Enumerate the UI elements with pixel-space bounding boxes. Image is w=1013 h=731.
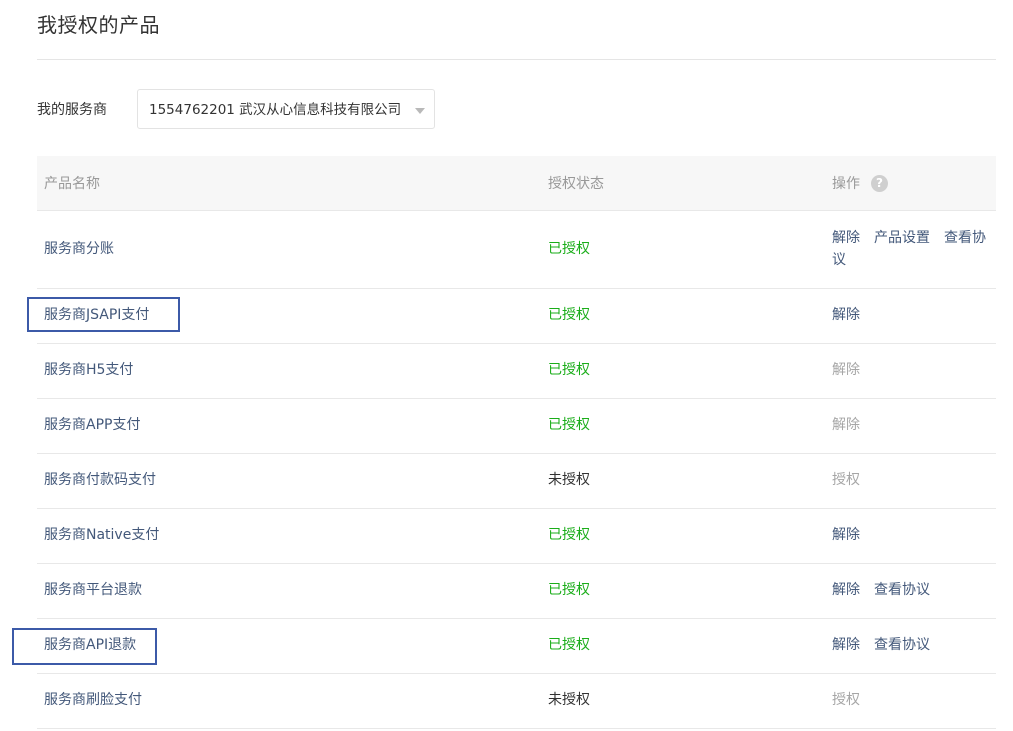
table-row: 服务商APP支付 已授权 解除	[37, 399, 996, 454]
table-row: 服务商Native支付 已授权 解除	[37, 509, 996, 564]
revoke-link: 解除	[832, 362, 860, 378]
product-name: 服务商JSAPI支付	[44, 307, 150, 323]
table-row: 服务商API退款 已授权 解除 查看协议	[37, 619, 996, 674]
table-header: 产品名称 授权状态 操作 ?	[37, 156, 996, 211]
row-operations: 解除	[832, 304, 992, 326]
row-operations: 解除 查看协议	[832, 634, 992, 656]
authorize-link: 授权	[832, 472, 860, 488]
auth-status: 已授权	[548, 417, 590, 433]
row-operations: 解除 查看协议	[832, 579, 992, 601]
product-name: 服务商分账	[44, 241, 114, 257]
product-name: 服务商刷脸支付	[44, 692, 142, 708]
revoke-link[interactable]: 解除	[832, 307, 860, 323]
service-provider-label: 我的服务商	[37, 102, 107, 118]
auth-status: 未授权	[548, 472, 590, 488]
product-name: 服务商平台退款	[44, 582, 142, 598]
product-settings-link[interactable]: 产品设置	[874, 230, 930, 246]
revoke-link[interactable]: 解除	[832, 582, 860, 598]
product-name: 服务商付款码支付	[44, 472, 156, 488]
product-name: 服务商H5支付	[44, 362, 134, 378]
page-title: 我授权的产品	[37, 13, 160, 37]
authorize-link: 授权	[832, 692, 860, 708]
revoke-link[interactable]: 解除	[832, 527, 860, 543]
auth-status: 已授权	[548, 637, 590, 653]
header-auth-status: 授权状态	[548, 176, 604, 192]
table-row: 服务商付款码支付 未授权 授权	[37, 454, 996, 509]
view-agreement-link[interactable]: 查看协议	[874, 582, 930, 598]
auth-status: 已授权	[548, 527, 590, 543]
table-row: 服务商H5支付 已授权 解除	[37, 344, 996, 399]
help-icon[interactable]: ?	[871, 175, 888, 192]
row-operations: 解除 产品设置 查看协议	[832, 227, 992, 271]
revoke-link: 解除	[832, 417, 860, 433]
header-operations: 操作	[832, 176, 860, 192]
title-divider	[37, 59, 996, 60]
service-provider-select[interactable]: 1554762201 武汉从心信息科技有限公司	[137, 89, 435, 129]
row-operations: 解除	[832, 359, 992, 381]
product-name: 服务商APP支付	[44, 417, 141, 433]
view-agreement-link[interactable]: 查看协议	[874, 637, 930, 653]
header-product-name: 产品名称	[44, 176, 100, 192]
row-operations: 解除	[832, 524, 992, 546]
row-operations: 授权	[832, 689, 992, 711]
auth-status: 已授权	[548, 307, 590, 323]
revoke-link[interactable]: 解除	[832, 637, 860, 653]
auth-status: 已授权	[548, 241, 590, 257]
auth-status: 未授权	[548, 692, 590, 708]
product-name: 服务商Native支付	[44, 527, 160, 543]
table-row: 服务商平台退款 已授权 解除 查看协议	[37, 564, 996, 619]
revoke-link[interactable]: 解除	[832, 230, 860, 246]
service-provider-value: 1554762201 武汉从心信息科技有限公司	[149, 102, 402, 118]
auth-status: 已授权	[548, 362, 590, 378]
row-operations: 授权	[832, 469, 992, 491]
product-name: 服务商API退款	[44, 637, 137, 653]
table-row: 服务商JSAPI支付 已授权 解除	[37, 289, 996, 344]
table-row: 服务商刷脸支付 未授权 授权	[37, 674, 996, 729]
row-operations: 解除	[832, 414, 992, 436]
table-row: 服务商分账 已授权 解除 产品设置 查看协议	[37, 212, 996, 289]
chevron-down-icon	[415, 108, 425, 114]
auth-status: 已授权	[548, 582, 590, 598]
